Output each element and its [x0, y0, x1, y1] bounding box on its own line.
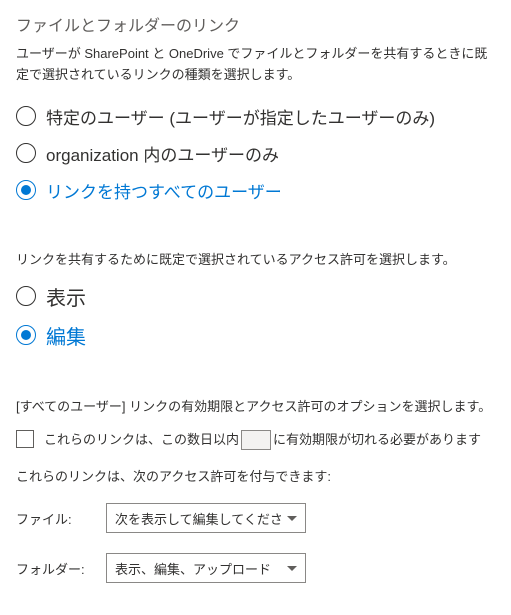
- radio-icon: [16, 325, 36, 345]
- radio-label: 編集: [46, 321, 86, 350]
- expiration-label-after: に有効期限が切れる必要があります: [273, 432, 481, 447]
- section-description: ユーザーが SharePoint と OneDrive でファイルとフォルダーを…: [16, 44, 495, 86]
- dropdown-value: 表示、編集、アップロード: [115, 559, 271, 578]
- folder-label: フォルダー:: [16, 559, 106, 578]
- checkbox-icon: [16, 430, 34, 448]
- permission-radio-group: 表示 編集: [16, 282, 495, 350]
- anyone-options-description: [すべてのユーザー] リンクの有効期限とアクセス許可のオプションを選択します。: [16, 396, 495, 415]
- radio-icon: [16, 286, 36, 306]
- radio-view[interactable]: 表示: [16, 282, 495, 311]
- permission-description: リンクを共有するために既定で選択されているアクセス許可を選択します。: [16, 249, 495, 268]
- expiration-checkbox-row[interactable]: これらのリンクは、この数日以内 に有効期限が切れる必要があります: [16, 429, 495, 451]
- expiration-days-input[interactable]: [241, 430, 271, 450]
- radio-icon: [16, 180, 36, 200]
- radio-specific-users[interactable]: 特定のユーザー (ユーザーが指定したユーザーのみ): [16, 104, 495, 129]
- radio-label: 特定のユーザー (ユーザーが指定したユーザーのみ): [46, 104, 435, 129]
- file-permission-dropdown[interactable]: 次を表示して編集してください:: [106, 503, 306, 533]
- link-type-radio-group: 特定のユーザー (ユーザーが指定したユーザーのみ) organization 内…: [16, 104, 495, 203]
- file-permission-row: ファイル: 次を表示して編集してください:: [16, 503, 495, 533]
- chevron-down-icon: [287, 516, 297, 521]
- radio-edit[interactable]: 編集: [16, 321, 495, 350]
- section-title: ファイルとフォルダーのリンク: [16, 12, 495, 36]
- expiration-label-before: これらのリンクは、この数日以内: [44, 432, 239, 447]
- radio-icon: [16, 143, 36, 163]
- radio-org-users[interactable]: organization 内のユーザーのみ: [16, 141, 495, 166]
- folder-permission-dropdown[interactable]: 表示、編集、アップロード: [106, 553, 306, 583]
- radio-anyone-link[interactable]: リンクを持つすべてのユーザー: [16, 178, 495, 203]
- file-label: ファイル:: [16, 509, 106, 528]
- folder-permission-row: フォルダー: 表示、編集、アップロード: [16, 553, 495, 583]
- dropdown-value: 次を表示して編集してください:: [115, 509, 281, 528]
- radio-label: 表示: [46, 282, 86, 311]
- radio-label: リンクを持つすべてのユーザー: [46, 178, 282, 203]
- permission-grant-description: これらのリンクは、次のアクセス許可を付与できます:: [16, 466, 495, 485]
- chevron-down-icon: [287, 566, 297, 571]
- checkbox-label: これらのリンクは、この数日以内 に有効期限が切れる必要があります: [44, 429, 481, 451]
- radio-label: organization 内のユーザーのみ: [46, 141, 279, 166]
- radio-icon: [16, 106, 36, 126]
